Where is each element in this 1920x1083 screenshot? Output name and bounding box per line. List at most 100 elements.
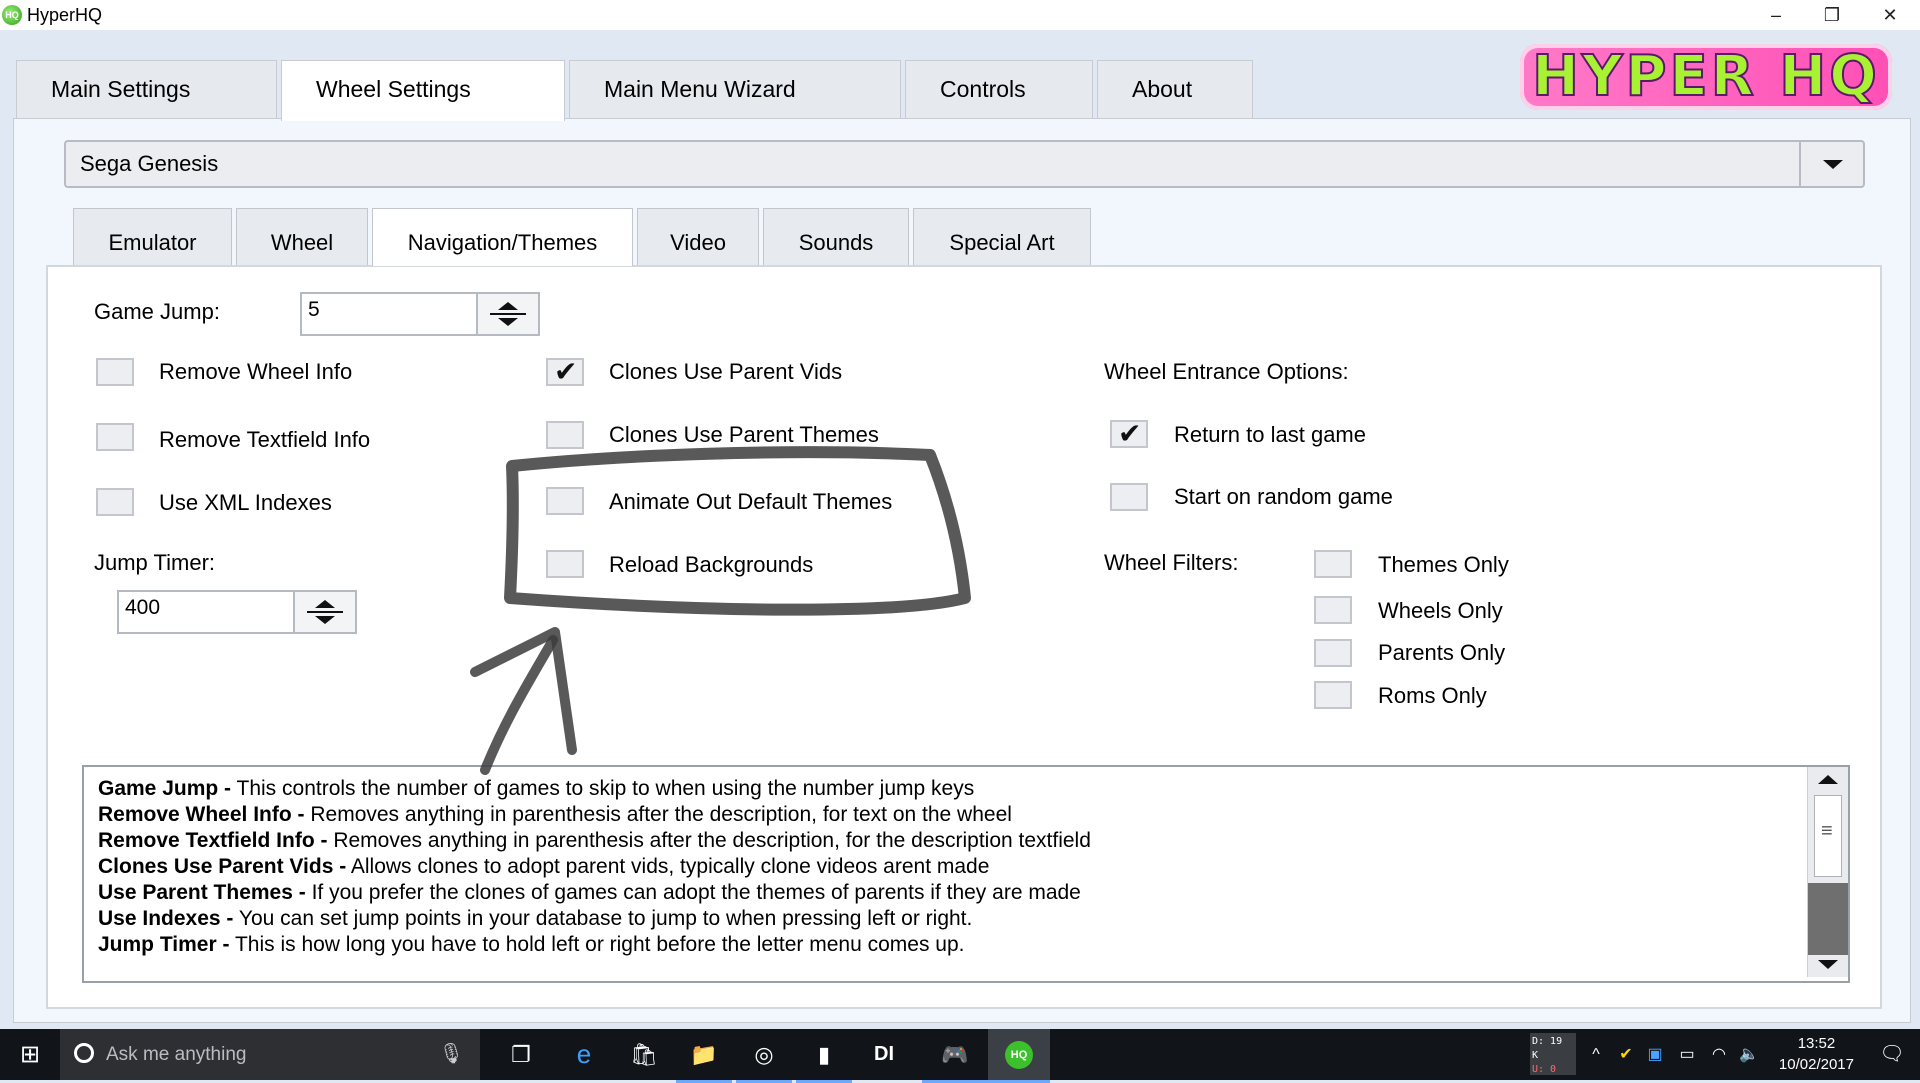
reload-backgrounds-label: Reload Backgrounds (609, 552, 814, 577)
help-text: Allows clones to adopt parent vids, typi… (346, 855, 990, 878)
tab-controls[interactable]: Controls (905, 60, 1093, 118)
taskbar-clock[interactable]: 13:52 10/02/2017 (1779, 1033, 1854, 1075)
spin-down-icon[interactable] (498, 318, 518, 326)
wheel-entrance-label: Wheel Entrance Options: (1104, 359, 1349, 384)
help-text: You can set jump points in your database… (233, 907, 973, 930)
remove-wheel-info-checkbox[interactable] (96, 358, 134, 386)
edge-icon[interactable]: e (556, 1029, 612, 1080)
jump-timer-stepper[interactable]: 400 (117, 590, 357, 634)
network-monitor: D: 19 K U: 0 (1530, 1033, 1576, 1075)
help-scrollbar[interactable] (1807, 767, 1848, 977)
help-text: This controls the number of games to ski… (231, 777, 975, 800)
chrome-icon[interactable]: ◎ (736, 1029, 792, 1083)
hyperhq-taskbar-icon[interactable]: HQ (988, 1029, 1050, 1083)
help-line: Use Parent Themes - If you prefer the cl… (98, 881, 1081, 905)
tab-emulator[interactable]: Emulator (73, 208, 232, 266)
game-app-icon[interactable]: 🎮 (922, 1029, 988, 1083)
help-term: Game Jump - (98, 777, 232, 800)
clock-time: 13:52 (1797, 1035, 1836, 1052)
start-on-random-game-checkbox[interactable] (1110, 483, 1148, 511)
help-term: Clones Use Parent Vids - (98, 855, 347, 878)
tab-main-menu-wizard[interactable]: Main Menu Wizard (569, 60, 901, 118)
parents-only-label: Parents Only (1378, 640, 1506, 665)
use-xml-indexes-checkbox[interactable] (96, 488, 134, 516)
norton-icon[interactable]: ✔ (1612, 1029, 1640, 1080)
game-jump-stepper[interactable]: 5 (300, 292, 540, 336)
jump-timer-value[interactable]: 400 (125, 596, 160, 620)
tab-wheel[interactable]: Wheel (236, 208, 368, 266)
roms-only-checkbox[interactable] (1314, 681, 1352, 709)
maximize-icon[interactable]: ❐ (1804, 0, 1860, 30)
scroll-down-icon[interactable] (1818, 960, 1838, 969)
tab-main-settings[interactable]: Main Settings (16, 60, 277, 118)
wheels-only-checkbox[interactable] (1314, 596, 1352, 624)
animate-out-default-themes-checkbox[interactable] (546, 487, 584, 515)
clones-use-parent-themes-checkbox[interactable] (546, 421, 584, 449)
battery-icon[interactable]: ▭ (1672, 1029, 1702, 1080)
file-explorer-icon[interactable]: 📁 (676, 1029, 732, 1083)
jump-timer-label: Jump Timer: (94, 550, 216, 575)
help-line: Use Indexes - You can set jump points in… (98, 907, 972, 931)
tab-navigation-themes[interactable]: Navigation/Themes (372, 208, 633, 266)
return-to-last-game-checkbox[interactable]: ✔ (1110, 420, 1148, 448)
themes-only-label: Themes Only (1378, 552, 1509, 577)
tab-wheel-settings[interactable]: Wheel Settings (281, 60, 565, 121)
tab-special-art[interactable]: Special Art (913, 208, 1091, 266)
scroll-thumb[interactable] (1814, 795, 1842, 877)
help-term: Use Indexes - (98, 907, 234, 930)
task-view-icon[interactable]: ❐ (496, 1029, 546, 1080)
chevron-up-icon[interactable]: ^ (1582, 1029, 1610, 1080)
jump-timer-spin-buttons[interactable] (293, 592, 355, 632)
hyperhq-logo: HYPER HQ (1520, 43, 1892, 110)
title-bar: HQ HyperHQ – ❐ ✕ (0, 0, 1920, 30)
game-jump-label: Game Jump: (94, 299, 220, 324)
game-jump-value[interactable]: 5 (308, 298, 320, 322)
notifications-icon[interactable]: 🗨 (1864, 1029, 1920, 1080)
clones-use-parent-themes-label: Clones Use Parent Themes (609, 422, 879, 447)
scroll-up-icon[interactable] (1818, 775, 1838, 784)
spin-up-icon[interactable] (315, 600, 335, 608)
game-jump-spin-buttons[interactable] (476, 294, 538, 334)
checkmark-icon: ✔ (1118, 417, 1142, 450)
app-icon: HQ (2, 5, 22, 25)
scroll-track[interactable] (1808, 883, 1848, 955)
tab-sounds[interactable]: Sounds (763, 208, 909, 266)
store-icon[interactable]: 🛍 (616, 1029, 672, 1080)
help-textbox[interactable]: Game Jump - This controls the number of … (82, 765, 1850, 983)
wifi-icon[interactable]: ◠ (1704, 1029, 1734, 1080)
cortana-icon[interactable] (74, 1043, 94, 1063)
volume-icon[interactable]: 🔈 (1734, 1029, 1764, 1080)
app-di-icon[interactable]: DI (856, 1029, 912, 1080)
spin-down-icon[interactable] (315, 616, 335, 624)
minimize-icon[interactable]: – (1748, 0, 1804, 30)
microphone-icon[interactable]: 🎙 (439, 1029, 464, 1080)
clones-use-parent-vids-label: Clones Use Parent Vids (609, 359, 843, 384)
help-text: This is how long you have to hold left o… (229, 933, 965, 956)
close-icon[interactable]: ✕ (1862, 0, 1918, 30)
tray-app-icon[interactable]: ▣ (1640, 1029, 1670, 1080)
help-text: Removes anything in parenthesis after th… (327, 829, 1091, 852)
clones-use-parent-vids-checkbox[interactable]: ✔ (546, 358, 584, 386)
help-line: Jump Timer - This is how long you have t… (98, 933, 965, 957)
animate-out-default-themes-label: Animate Out Default Themes (609, 489, 893, 514)
hyperhq-badge: HQ (1005, 1040, 1033, 1069)
remove-textfield-info-label: Remove Textfield Info (159, 427, 371, 452)
start-on-random-game-label: Start on random game (1174, 484, 1393, 509)
windows-start-icon[interactable]: ⊞ (0, 1029, 60, 1080)
remove-textfield-info-checkbox[interactable] (96, 423, 134, 451)
tab-about[interactable]: About (1097, 60, 1253, 118)
reload-backgrounds-checkbox[interactable] (546, 550, 584, 578)
system-select-value: Sega Genesis (80, 151, 219, 176)
tab-video[interactable]: Video (637, 208, 759, 266)
spin-up-icon[interactable] (498, 302, 518, 310)
help-line: Clones Use Parent Vids - Allows clones t… (98, 855, 989, 879)
chevron-down-icon[interactable] (1799, 142, 1863, 186)
wheel-filters-label: Wheel Filters: (1104, 550, 1239, 575)
media-app-icon[interactable]: ▮ (796, 1029, 852, 1083)
net-up: U: 0 (1532, 1064, 1557, 1075)
system-select[interactable]: Sega Genesis (64, 140, 1865, 188)
parents-only-checkbox[interactable] (1314, 639, 1352, 667)
taskbar-search[interactable]: Ask me anything 🎙 (60, 1029, 480, 1080)
checkmark-icon: ✔ (554, 355, 578, 388)
themes-only-checkbox[interactable] (1314, 550, 1352, 578)
